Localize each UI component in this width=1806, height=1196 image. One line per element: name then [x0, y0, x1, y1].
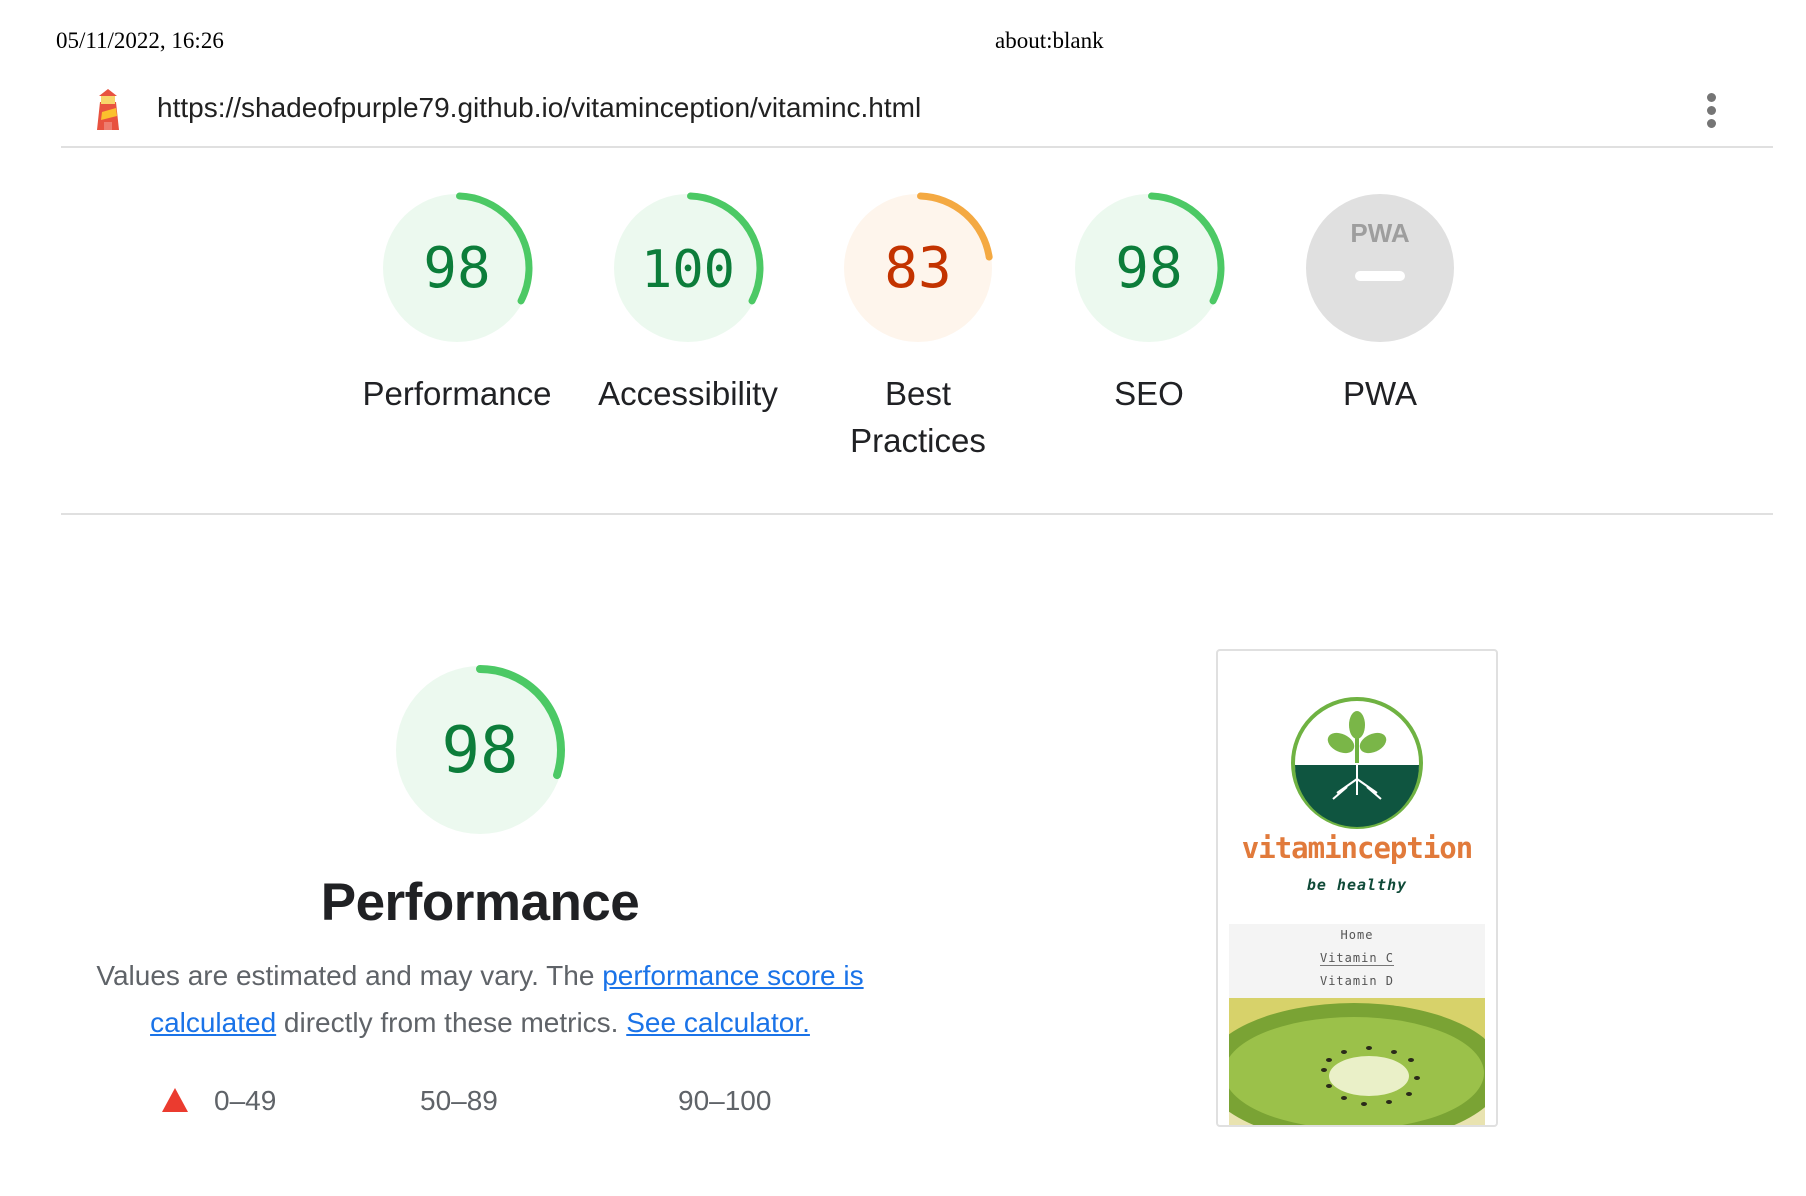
kebab-menu-icon[interactable] [1699, 90, 1723, 134]
legend-average: 50–89 [420, 1085, 498, 1117]
page-screenshot-thumbnail[interactable]: vitaminception be healthy Home Vitamin C… [1216, 649, 1498, 1127]
print-date: 05/11/2022, 16:26 [56, 28, 224, 53]
legend-fail: 0–49 [162, 1085, 276, 1117]
gauge-performance[interactable]: 98 Performance [342, 190, 572, 417]
gauge-score: 98 [441, 714, 518, 788]
score-gauges: 98 Performance 100 Accessibility 83 Best Pract… [0, 190, 1806, 490]
gauge-accessibility-ring: 100 [612, 192, 764, 344]
desc-text-2: directly from these metrics. [276, 1007, 627, 1038]
screenshot-nav-item: Home [1340, 928, 1374, 942]
gauge-accessibility[interactable]: 100 Accessibility [573, 190, 803, 417]
gauge-score: 98 [1115, 236, 1182, 301]
performance-description: Values are estimated and may vary. The p… [80, 952, 880, 1046]
legend-pass-range: 90–100 [678, 1085, 772, 1116]
screenshot-content: vitaminception be healthy Home Vitamin C… [1229, 661, 1485, 1125]
performance-heading: Performance [320, 873, 640, 932]
screenshot-tagline: be healthy [1306, 876, 1408, 894]
lighthouse-icon [97, 89, 119, 130]
see-calculator-link[interactable]: See calculator. [626, 1007, 810, 1038]
section-divider [61, 513, 1773, 515]
screenshot-brand-name: vitaminception [1241, 831, 1473, 865]
performance-gauge-large: 98 [390, 660, 570, 845]
na-dash-icon [1355, 271, 1405, 281]
gauge-score: 83 [884, 236, 951, 301]
gauge-pwa-ring: PWA [1306, 194, 1454, 342]
gauge-seo[interactable]: 98 SEO [1034, 190, 1264, 417]
gauge-performance-ring: 98 [381, 192, 533, 344]
gauge-score: 100 [641, 240, 735, 300]
gauge-best-practices-ring: 83 [842, 192, 994, 344]
legend-pass: 90–100 [678, 1085, 771, 1117]
gauge-best-practices[interactable]: 83 Best Practices [803, 190, 1033, 464]
legend-fail-range: 0–49 [214, 1085, 277, 1116]
gauge-pwa[interactable]: PWA PWA [1265, 190, 1495, 417]
gauge-score: 98 [423, 236, 490, 301]
gauge-label: PWA [1343, 375, 1417, 412]
legend-average-range: 50–89 [420, 1085, 498, 1116]
report-topbar: https://shadeofpurple79.github.io/vitami… [61, 82, 1773, 148]
print-page-title: about:blank [995, 28, 1104, 53]
screenshot-nav-item: Vitamin D [1319, 974, 1395, 988]
screenshot-nav: Home Vitamin C Vitamin D [1229, 924, 1485, 998]
desc-text: Values are estimated and may vary. The [96, 960, 603, 991]
gauge-background [1306, 194, 1454, 342]
gauge-label: Best Practices [850, 375, 986, 459]
report-url[interactable]: https://shadeofpurple79.github.io/vitami… [157, 92, 921, 124]
gauge-label: SEO [1114, 375, 1184, 412]
gauge-label: Performance [362, 375, 552, 412]
red-triangle-icon [162, 1088, 188, 1112]
score-legend: 0–49 50–89 90–100 [80, 1085, 880, 1125]
pwa-badge-icon: PWA [1350, 218, 1409, 248]
kiwi-hero-image [1229, 998, 1485, 1125]
plant-logo-icon [1291, 697, 1423, 829]
gauge-label: Accessibility [598, 375, 778, 412]
gauge-seo-ring: 98 [1073, 192, 1225, 344]
screenshot-nav-item: Vitamin C [1319, 951, 1395, 966]
